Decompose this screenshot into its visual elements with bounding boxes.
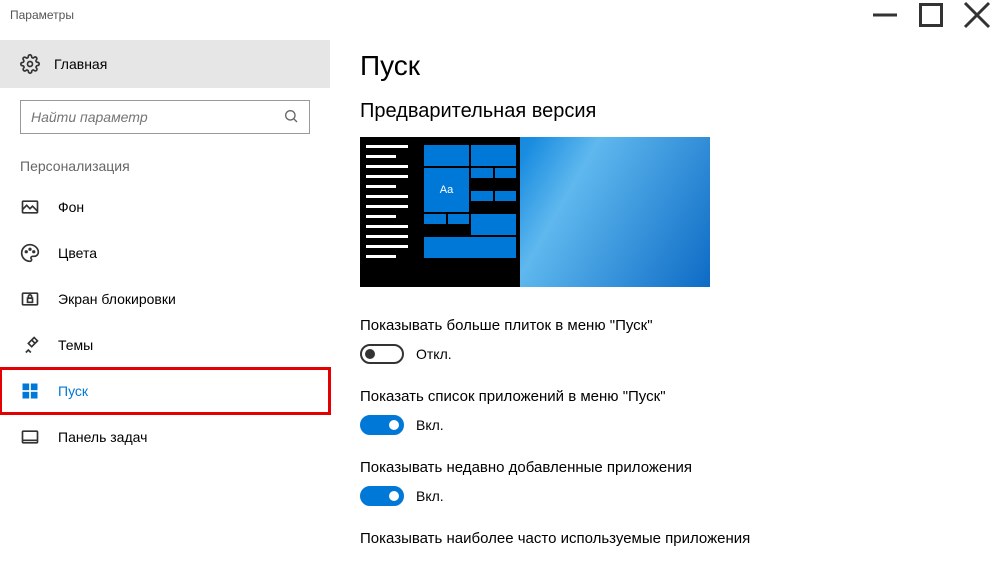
sidebar-item-lockscreen[interactable]: Экран блокировки <box>0 276 330 322</box>
home-button[interactable]: Главная <box>0 40 330 88</box>
setting-label: Показывать недавно добавленные приложени… <box>360 459 960 476</box>
setting-label: Показать список приложений в меню "Пуск" <box>360 388 960 405</box>
close-button[interactable] <box>954 0 1000 30</box>
setting-most-used: Показывать наиболее часто используемые п… <box>360 530 960 547</box>
start-icon <box>20 381 40 401</box>
setting-label: Показывать наиболее часто используемые п… <box>360 530 960 547</box>
sidebar-item-background[interactable]: Фон <box>0 184 330 230</box>
sidebar-item-themes[interactable]: Темы <box>0 322 330 368</box>
sidebar-item-label: Фон <box>58 199 84 215</box>
sidebar-item-label: Пуск <box>58 383 88 399</box>
sidebar-item-taskbar[interactable]: Панель задач <box>0 414 330 460</box>
sidebar-item-label: Цвета <box>58 245 97 261</box>
content-area: Пуск Предварительная версия <box>330 30 1000 570</box>
toggle-state-label: Откл. <box>416 346 452 362</box>
section-title: Предварительная версия <box>360 100 960 123</box>
search-box[interactable] <box>20 100 310 134</box>
maximize-button[interactable] <box>908 0 954 30</box>
window-title: Параметры <box>10 8 74 22</box>
category-label: Персонализация <box>0 134 330 184</box>
preview-tile-aa: Aa <box>424 168 469 212</box>
toggle-state-label: Вкл. <box>416 417 444 433</box>
search-icon <box>283 108 299 127</box>
preview-tiles: Aa <box>424 145 516 258</box>
search-input[interactable] <box>31 109 283 125</box>
picture-icon <box>20 197 40 217</box>
setting-label: Показывать больше плиток в меню "Пуск" <box>360 317 960 334</box>
sidebar-item-label: Экран блокировки <box>58 291 176 307</box>
toggle-more-tiles[interactable] <box>360 344 404 364</box>
taskbar-icon <box>20 427 40 447</box>
themes-icon <box>20 335 40 355</box>
preview-app-list <box>366 145 416 265</box>
sidebar-item-label: Темы <box>58 337 93 353</box>
palette-icon <box>20 243 40 263</box>
setting-more-tiles: Показывать больше плиток в меню "Пуск" О… <box>360 317 960 364</box>
setting-app-list: Показать список приложений в меню "Пуск"… <box>360 388 960 435</box>
sidebar-item-colors[interactable]: Цвета <box>0 230 330 276</box>
lockscreen-icon <box>20 289 40 309</box>
start-preview[interactable]: Aa <box>360 137 710 287</box>
sidebar: Главная Персонализация Фон Цвета Экран б… <box>0 30 330 570</box>
toggle-recent-apps[interactable] <box>360 486 404 506</box>
home-label: Главная <box>54 56 107 72</box>
page-title: Пуск <box>360 50 960 82</box>
sidebar-item-start[interactable]: Пуск <box>0 368 330 414</box>
window-controls <box>862 0 1000 30</box>
gear-icon <box>20 54 40 74</box>
toggle-app-list[interactable] <box>360 415 404 435</box>
toggle-state-label: Вкл. <box>416 488 444 504</box>
sidebar-item-label: Панель задач <box>58 429 147 445</box>
setting-recent-apps: Показывать недавно добавленные приложени… <box>360 459 960 506</box>
titlebar: Параметры <box>0 0 1000 30</box>
preview-start-panel: Aa <box>360 137 520 287</box>
minimize-button[interactable] <box>862 0 908 30</box>
